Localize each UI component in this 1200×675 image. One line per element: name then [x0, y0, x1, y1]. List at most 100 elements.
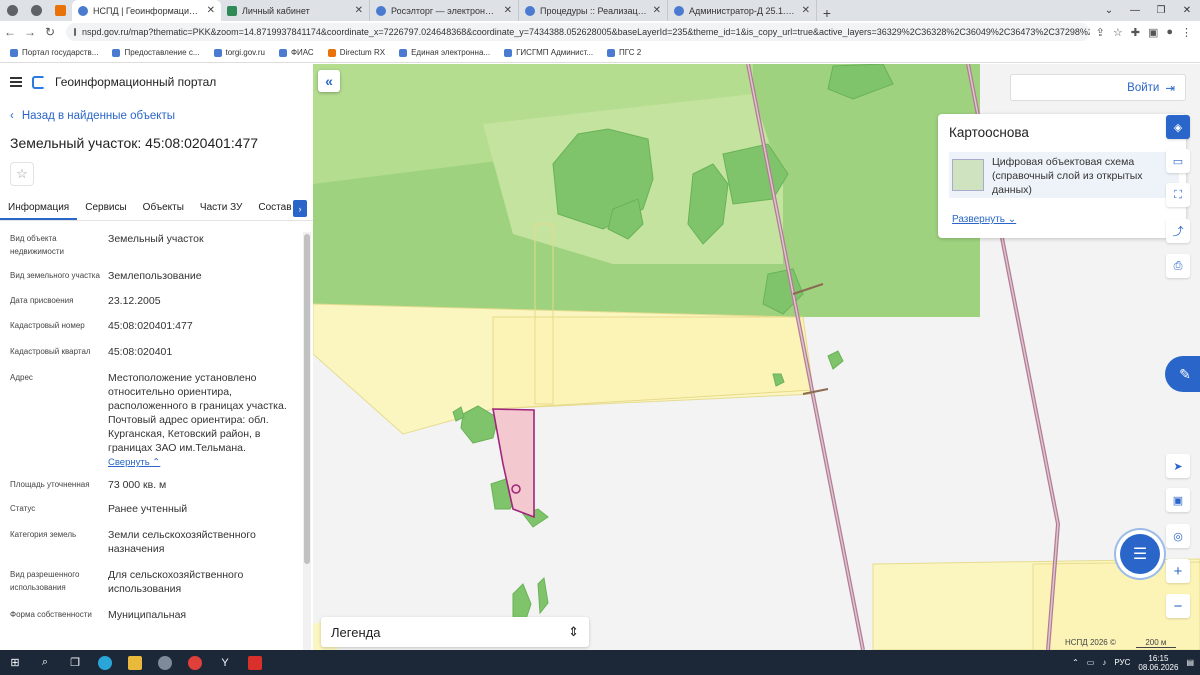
back-arrow-icon[interactable]: ← [0, 25, 20, 39]
app-icon[interactable] [150, 650, 180, 675]
tab-parts[interactable]: Части ЗУ [192, 196, 250, 220]
reload-icon[interactable]: ↻ [40, 25, 60, 39]
volume-icon[interactable]: ♪ [1102, 658, 1106, 667]
bookmark-item[interactable]: torgi.gov.ru [213, 48, 265, 57]
tray-chevron-icon[interactable]: ⌃ [1072, 658, 1079, 667]
bookmark-item[interactable]: ФИАС [278, 48, 314, 57]
property-key: Площадь уточненная [10, 480, 90, 489]
tab-icon-2[interactable] [24, 0, 48, 21]
back-to-results-link[interactable]: ‹ Назад в найденные объекты [10, 110, 175, 122]
bookmark-item[interactable]: Единая электронна... [399, 48, 490, 57]
extensions-icon[interactable]: ✚ [1131, 26, 1140, 39]
bookmark-item[interactable]: ПГС 2 [607, 48, 641, 57]
tab-services[interactable]: Сервисы [77, 196, 134, 220]
browser-tab-procedures[interactable]: Процедуры :: Реализация госиму✕ [519, 0, 668, 21]
property-value: 23.12.2005 [108, 295, 161, 307]
zoom-in-button[interactable]: + [1166, 559, 1190, 583]
pdf-reader-icon[interactable] [240, 650, 270, 675]
chat-support-button[interactable]: ☰ [1120, 534, 1160, 574]
browser-tab-strip: НСПД | Геоинформационный п✕ Личный кабин… [0, 0, 1200, 21]
select-area-icon[interactable]: ⛶ [1166, 183, 1190, 207]
bookmark-item[interactable]: Портал государств... [10, 48, 98, 57]
tab-icon-1[interactable] [0, 0, 24, 21]
yandex-icon[interactable]: Y [210, 650, 240, 675]
sidebar-icon[interactable]: ▣ [1148, 26, 1158, 39]
share-icon[interactable]: ⤴ [1166, 219, 1190, 243]
favorite-star-button[interactable]: ☆ [10, 162, 34, 186]
url-input[interactable]: nspd.gov.ru/map?thematic=PKK&zoom=14.871… [66, 23, 1090, 41]
network-icon[interactable]: ▭ [1087, 658, 1095, 667]
minimize-button[interactable]: — [1122, 0, 1148, 21]
property-row: Кадастровый квартал 45:08:020401 [0, 345, 303, 359]
basemap-card: Картооснова Цифровая объектовая схема (с… [938, 114, 1186, 238]
file-explorer-icon[interactable] [120, 650, 150, 675]
help-assistant-button[interactable]: ✎ [1165, 356, 1200, 392]
property-key: Кадастровый номер [10, 321, 85, 330]
notifications-icon[interactable]: ▤ [1186, 658, 1194, 667]
edge-browser-icon[interactable] [90, 650, 120, 675]
search-location-icon[interactable]: ◎ [1166, 524, 1190, 548]
map-view[interactable]: « Войти ⇥ Картооснова Цифровая объектовая… [313, 64, 1200, 650]
app-title: Геоинформационный портал [55, 75, 217, 89]
lock-icon [74, 28, 76, 36]
close-icon[interactable]: ✕ [504, 5, 512, 16]
profile-icon[interactable]: ● [1166, 26, 1173, 39]
panel-scrollbar[interactable] [303, 232, 311, 650]
print-icon[interactable]: ⎙ [1166, 254, 1190, 278]
property-row: Кадастровый номер 45:08:020401:477 [0, 319, 303, 333]
bookmark-item[interactable]: Directum RX [327, 48, 385, 57]
property-value: Земли сельскохозяйственного назначения [108, 529, 256, 555]
close-icon[interactable]: ✕ [802, 5, 810, 16]
tab-search-icon[interactable]: ⌄ [1096, 0, 1122, 21]
chrome-browser-icon[interactable] [180, 650, 210, 675]
property-value: Местоположение установлено относительно … [108, 372, 287, 454]
close-icon[interactable]: ✕ [207, 5, 215, 16]
tab-information[interactable]: Информация [0, 196, 78, 220]
property-value: 73 000 кв. м [108, 479, 167, 491]
keyboard-language[interactable]: РУС [1114, 658, 1130, 667]
legend-toggle[interactable]: Легенда ⇕ [321, 617, 589, 647]
close-window-button[interactable]: ✕ [1174, 0, 1200, 21]
tab-icon-3[interactable] [48, 0, 72, 21]
browser-tab-nspd[interactable]: НСПД | Геоинформационный п✕ [72, 0, 221, 21]
zoom-out-button[interactable]: − [1166, 594, 1190, 618]
task-view-icon[interactable]: ❐ [60, 650, 90, 675]
close-icon[interactable]: ✕ [653, 5, 661, 16]
address-bar-row: ← → ↻ nspd.gov.ru/map?thematic=PKK&zoom=… [0, 21, 1200, 43]
bookmark-item[interactable]: ГИСГМП Админист... [504, 48, 593, 57]
bookmark-item[interactable]: Предоставление с... [112, 48, 200, 57]
menu-burger-icon[interactable] [10, 77, 22, 87]
browser-tab-cabinet[interactable]: Личный кабинет ✕ [221, 0, 370, 21]
property-value: Ранее учтенный [108, 503, 188, 515]
collapse-panel-button[interactable]: « [318, 70, 340, 92]
browser-tab-roseltorg[interactable]: Росэлторг — электронная торгс✕ [370, 0, 519, 21]
basemap-option[interactable]: Цифровая объектовая схема (справочный сл… [949, 152, 1179, 198]
basemap-title: Картооснова [949, 125, 1029, 140]
system-tray: ⌃ ▭ ♪ РУС 16:15 08.06.2026 ▤ [1072, 654, 1200, 672]
measure-ruler-icon[interactable]: ▭ [1166, 149, 1190, 173]
property-key: Вид земельного участка [10, 271, 100, 280]
minimap-icon[interactable]: ▣ [1166, 488, 1190, 512]
clock[interactable]: 16:15 08.06.2026 [1138, 654, 1178, 672]
windows-start-icon[interactable]: ⊞ [0, 650, 30, 675]
forward-arrow-icon[interactable]: → [20, 25, 40, 39]
close-icon[interactable]: ✕ [355, 5, 363, 16]
menu-icon[interactable]: ⋮ [1181, 26, 1192, 39]
object-tabs: Информация Сервисы Объекты Части ЗУ Сост… [0, 196, 313, 221]
property-row: Площадь уточненная 73 000 кв. м [0, 478, 303, 492]
browser-tab-admin[interactable]: Администратор-Д 25.1.350.417✕ [668, 0, 817, 21]
share-icon[interactable]: ⇪ [1096, 26, 1105, 39]
new-tab-button[interactable]: + [817, 5, 837, 21]
expand-basemap-link[interactable]: Развернуть ⌄ [952, 214, 1016, 225]
bookmark-star-icon[interactable]: ☆ [1113, 26, 1123, 39]
search-icon[interactable]: ⌕ [30, 650, 60, 675]
property-key: Дата присвоения [10, 296, 74, 305]
tab-objects[interactable]: Объекты [135, 196, 192, 220]
tabs-scroll-right-button[interactable]: › [293, 200, 307, 217]
property-row: Категория земель Земли сельскохозяйственн… [0, 528, 303, 556]
login-button[interactable]: Войти ⇥ [1010, 74, 1186, 101]
collapse-address-link[interactable]: Свернуть ⌃ [108, 457, 160, 468]
geolocation-icon[interactable]: ➤ [1166, 454, 1190, 478]
maximize-button[interactable]: ❐ [1148, 0, 1174, 21]
layers-tool-button[interactable]: ◈ [1166, 115, 1190, 139]
